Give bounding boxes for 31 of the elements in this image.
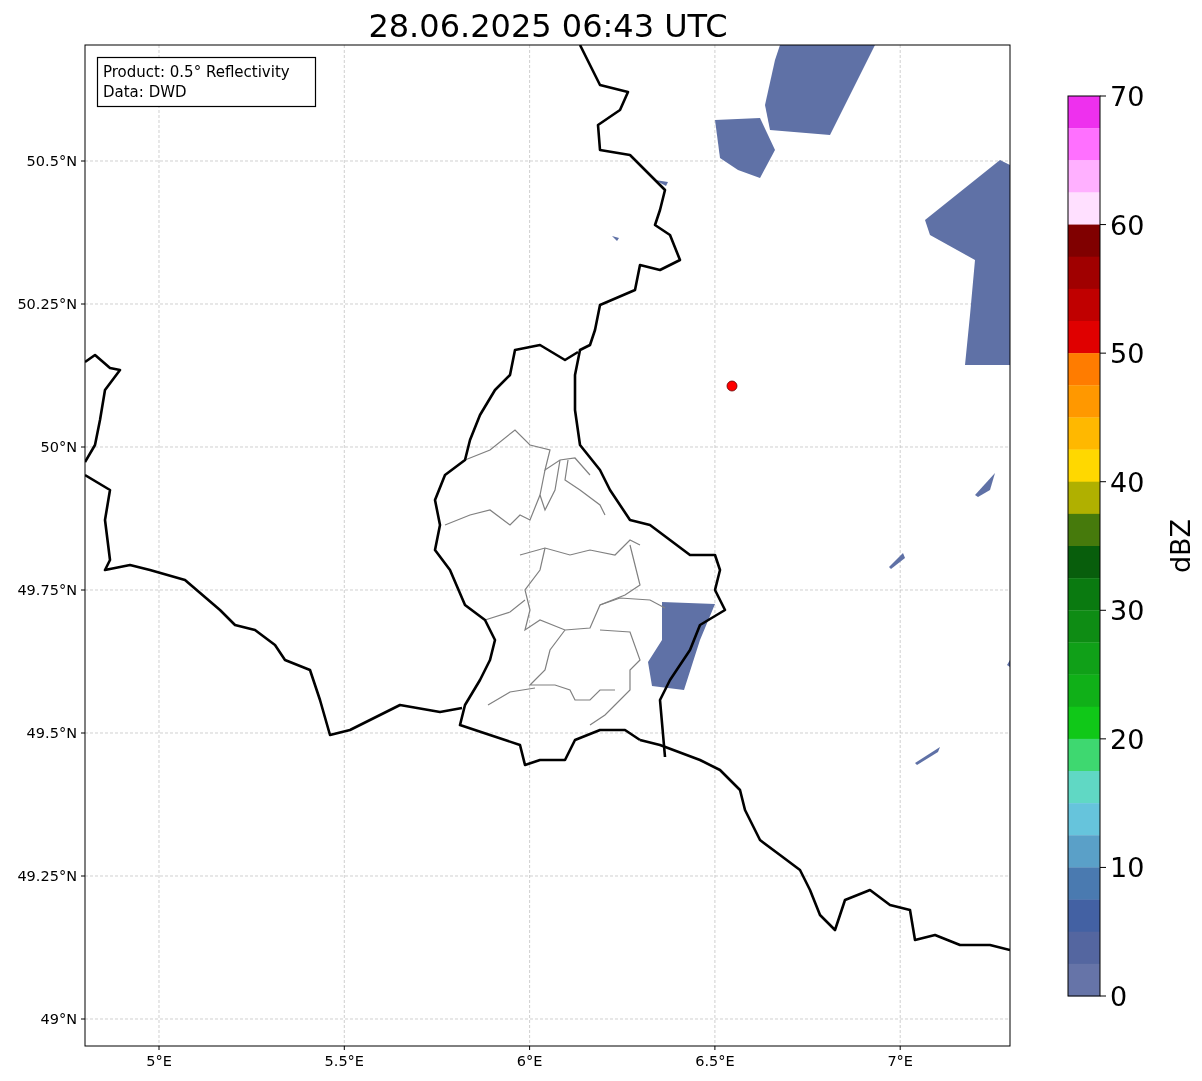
radar-echo (889, 553, 905, 569)
radar-echo (655, 180, 668, 186)
colorbar-tick-label: 10 (1110, 852, 1145, 884)
axis-tick-label: 7°E (887, 1053, 913, 1069)
figure-title: 28.06.2025 06:43 UTC (368, 7, 728, 45)
colorbar-label: dBZ (1165, 518, 1196, 574)
colorbar-tick-label: 40 (1110, 466, 1145, 498)
axis-tick-label: 50.5°N (26, 153, 77, 169)
axis-tick-label: 49°N (40, 1011, 77, 1027)
radar-echo (1007, 660, 1010, 667)
colorbar-tick-label: 20 (1110, 723, 1145, 755)
axis-tick-label: 6°E (516, 1053, 543, 1069)
radar-site-marker (726, 380, 738, 392)
legend-text: Product: 0.5° Reflectivity (103, 63, 290, 81)
axis-tick-label: 50.25°N (17, 296, 77, 312)
axis-tick-label: 49.75°N (17, 582, 77, 598)
colorbar-tick-label: 30 (1110, 595, 1145, 627)
axis-tick-label: 49.25°N (17, 868, 77, 884)
legend-text: Data: DWD (103, 83, 187, 101)
radar-echo (915, 747, 940, 765)
axis-tick-label: 5°E (146, 1053, 172, 1069)
axis-tick-label: 49.5°N (26, 725, 77, 741)
colorbar-tick-label: 60 (1110, 209, 1145, 241)
radar-echo (612, 236, 619, 241)
colorbar-tick-label: 50 (1110, 338, 1145, 370)
axis-tick-label: 50°N (40, 439, 77, 455)
colorbar-tick-label: 0 (1110, 981, 1128, 1012)
radar-echo (975, 473, 995, 497)
axis-tick-label: 6.5°E (695, 1053, 735, 1069)
colorbar-tick-label: 70 (1110, 81, 1145, 112)
axis-tick-label: 5.5°E (324, 1053, 365, 1069)
